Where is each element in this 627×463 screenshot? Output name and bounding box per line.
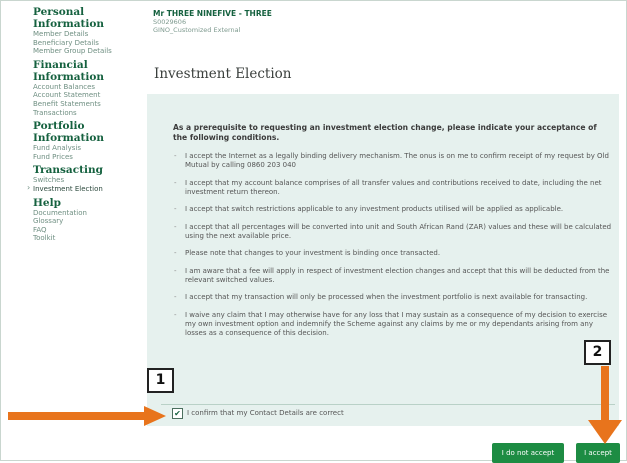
- condition-item: Please note that changes to your investm…: [173, 249, 613, 258]
- confirm-details-label: I confirm that my Contact Details are co…: [187, 409, 344, 417]
- sidebar-item-investment-election[interactable]: Investment Election: [27, 184, 143, 194]
- sidebar-section-title: Personal Information: [33, 6, 104, 30]
- page-title: Investment Election: [154, 66, 292, 82]
- arrow-down-icon: [588, 366, 622, 444]
- member-number: S0029606: [153, 18, 187, 26]
- conditions-intro: As a prerequisite to requesting an inves…: [173, 123, 597, 142]
- sidebar-item-fund-analysis[interactable]: Fund Analysis: [33, 144, 143, 153]
- conditions-list: I accept the Internet as a legally bindi…: [173, 152, 613, 346]
- sidebar-item-glossary[interactable]: Glossary: [33, 217, 143, 226]
- member-header: Mr THREE NINEFIVE - THREE S0029606 GINO_…: [153, 9, 272, 34]
- confirm-details-checkbox[interactable]: ✔: [172, 408, 183, 419]
- sidebar-item-faq[interactable]: FAQ: [33, 226, 143, 235]
- member-name: Mr THREE NINEFIVE - THREE: [153, 9, 272, 18]
- sidebar-item-account-balances[interactable]: Account Balances: [33, 83, 143, 92]
- sidebar-nav: Personal Information Member Details Benefi…: [27, 6, 143, 243]
- sidebar-section-title: Financial Information: [33, 58, 104, 83]
- sidebar-item-toolkit[interactable]: Toolkit: [33, 234, 143, 243]
- accept-button[interactable]: I accept: [576, 443, 620, 463]
- condition-item: I accept that switch restrictions applic…: [173, 205, 613, 214]
- do-not-accept-button[interactable]: I do not accept: [492, 443, 564, 463]
- sidebar-item-fund-prices[interactable]: Fund Prices: [33, 153, 143, 162]
- condition-item: I accept that all percentages will be co…: [173, 223, 613, 241]
- condition-item: I accept that my account balance compris…: [173, 179, 613, 197]
- sidebar-item-benefit-statements[interactable]: Benefit Statements: [33, 100, 143, 109]
- condition-item: I waive any claim that I may otherwise h…: [173, 311, 613, 338]
- sidebar-item-switches[interactable]: Switches: [33, 176, 143, 185]
- step-badge-2: 2: [584, 340, 611, 365]
- sidebar-item-beneficiary-details[interactable]: Beneficiary Details: [33, 39, 143, 48]
- sidebar-section-title: Transacting: [33, 164, 103, 177]
- condition-item: I am aware that a fee will apply in resp…: [173, 267, 613, 285]
- step-badge-1: 1: [147, 368, 174, 393]
- arrow-right-icon: [8, 406, 166, 426]
- sidebar-item-member-group-details[interactable]: Member Group Details: [33, 47, 143, 56]
- sidebar-item-account-statement[interactable]: Account Statement: [33, 91, 143, 100]
- sidebar-item-transactions[interactable]: Transactions: [33, 109, 143, 118]
- sidebar-section-title: Portfolio Information: [33, 120, 104, 145]
- sidebar-item-member-details[interactable]: Member Details: [33, 30, 143, 39]
- condition-item: I accept the Internet as a legally bindi…: [173, 152, 613, 170]
- sidebar-item-documentation[interactable]: Documentation: [33, 209, 143, 218]
- sidebar-section-title: Help: [33, 196, 61, 209]
- divider: [161, 404, 615, 405]
- member-scheme: GINO_Customized External: [153, 26, 241, 34]
- condition-item: I accept that my transaction will only b…: [173, 293, 613, 302]
